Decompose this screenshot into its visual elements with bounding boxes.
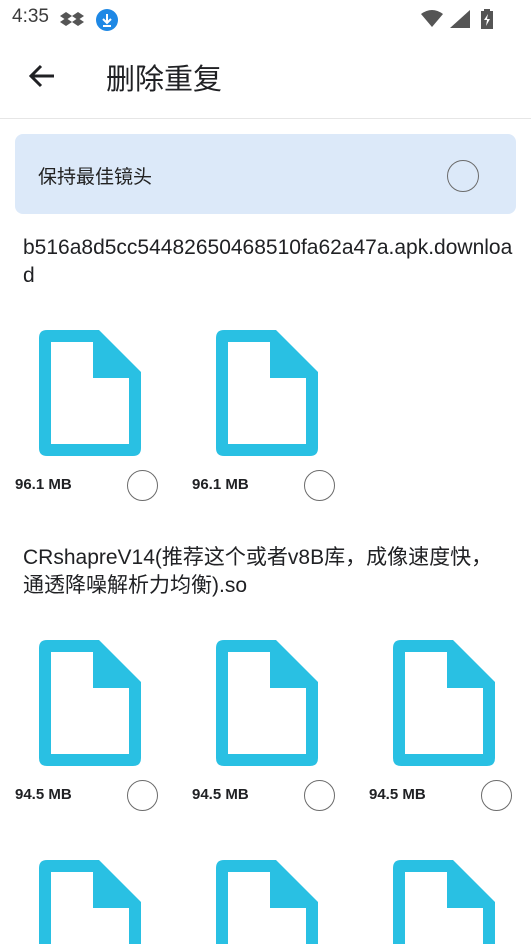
file-size: 96.1 MB (192, 476, 249, 493)
file-icon (393, 640, 495, 766)
file-tile[interactable] (192, 860, 362, 944)
download-icon (96, 9, 119, 31)
back-button[interactable] (24, 58, 60, 94)
keep-best-label: 保持最佳镜头 (38, 166, 153, 188)
file-icon (39, 640, 141, 766)
group-title: b516a8d5cc54482650468510fa62a47a.apk.dow… (23, 236, 513, 287)
file-tile[interactable]: 96.1 MB (192, 330, 362, 530)
status-right-icons (420, 8, 493, 29)
file-select-radio[interactable] (304, 780, 335, 811)
file-select-radio[interactable] (127, 780, 158, 811)
wifi-icon (420, 9, 443, 27)
file-tile[interactable] (15, 860, 185, 944)
arrow-back-icon (28, 64, 54, 88)
file-select-radio[interactable] (304, 470, 335, 501)
battery-icon (481, 8, 493, 29)
file-tile[interactable] (369, 860, 531, 944)
group-title: CRshapreV14(推荐这个或者v8B库，成像速度快，通透降噪解析力均衡).… (23, 546, 493, 597)
file-icon (39, 860, 141, 944)
file-size: 94.5 MB (15, 786, 72, 803)
file-tile[interactable]: 94.5 MB (192, 640, 362, 840)
keep-best-option[interactable]: 保持最佳镜头 (15, 134, 516, 214)
file-icon (216, 330, 318, 456)
keep-best-radio[interactable] (447, 160, 479, 192)
file-icon (216, 860, 318, 944)
file-select-radio[interactable] (127, 470, 158, 501)
file-size: 94.5 MB (369, 786, 426, 803)
status-bar: 4:35 (0, 0, 531, 36)
file-icon (216, 640, 318, 766)
status-time: 4:35 (12, 6, 49, 27)
dropbox-icon (60, 12, 84, 26)
file-tile[interactable]: 96.1 MB (15, 330, 185, 530)
file-size: 96.1 MB (15, 476, 72, 493)
page-title: 删除重复 (106, 62, 223, 96)
signal-icon (449, 9, 470, 28)
file-icon (393, 860, 495, 944)
file-tile[interactable]: 94.5 MB (369, 640, 531, 840)
file-select-radio[interactable] (481, 780, 512, 811)
file-size: 94.5 MB (192, 786, 249, 803)
file-icon (39, 330, 141, 456)
file-tile[interactable]: 94.5 MB (15, 640, 185, 840)
app-bar: 删除重复 (0, 36, 531, 119)
status-left-icons (60, 8, 119, 32)
